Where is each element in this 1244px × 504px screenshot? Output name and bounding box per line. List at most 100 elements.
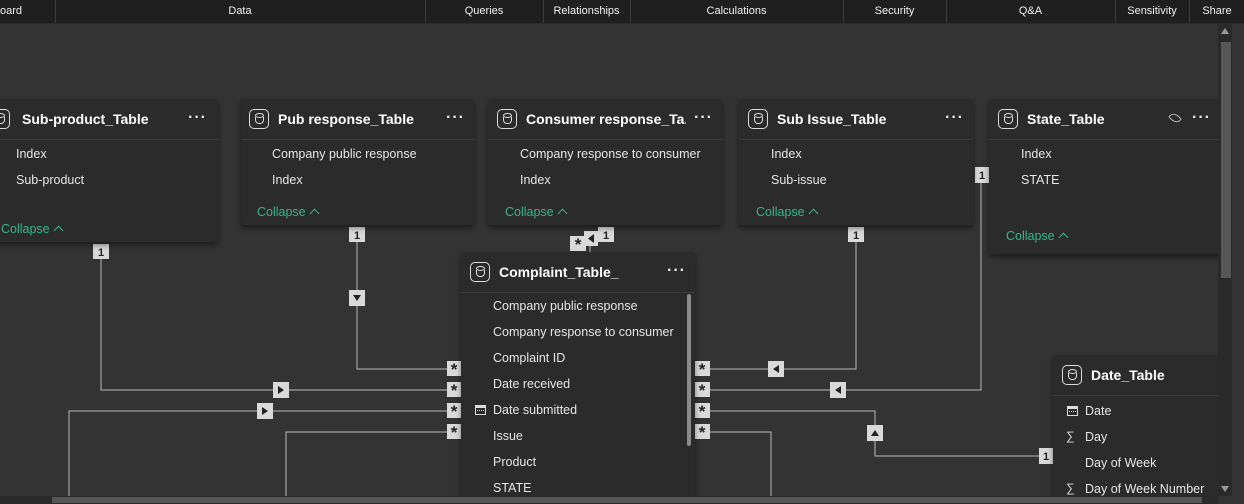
table-card-date[interactable]: Date_Table Date ∑ Day Day of Week ∑ Day … bbox=[1053, 355, 1218, 496]
chevron-up-icon bbox=[557, 208, 568, 219]
ribbon-group-share[interactable]: Share bbox=[1190, 0, 1244, 23]
field-item[interactable]: Day of Week bbox=[1085, 456, 1156, 470]
card-title: Consumer response_Ta... bbox=[526, 111, 686, 127]
chevron-up-icon bbox=[808, 208, 819, 219]
horizontal-scrollbar[interactable] bbox=[0, 496, 1218, 504]
chevron-up-icon bbox=[309, 208, 320, 219]
ribbon-group-qa[interactable]: Q&A bbox=[947, 0, 1114, 23]
field-item[interactable]: Sub-product bbox=[16, 173, 84, 187]
relationship-line bbox=[703, 241, 857, 370]
more-options-icon[interactable]: ··· bbox=[1192, 109, 1211, 127]
field-item[interactable]: Index bbox=[272, 173, 303, 187]
card-title: Sub Issue_Table bbox=[777, 111, 887, 127]
many-label: * bbox=[699, 423, 706, 442]
table-card-complaint[interactable]: Complaint_Table_ ··· Company public resp… bbox=[461, 252, 695, 496]
more-options-icon[interactable]: ··· bbox=[945, 109, 964, 127]
relationship-line bbox=[356, 241, 455, 370]
card-header[interactable]: Sub-product_Table ··· bbox=[0, 99, 218, 140]
field-item[interactable]: Index bbox=[1021, 147, 1052, 161]
field-item[interactable]: Company response to consumer bbox=[520, 147, 701, 161]
table-icon bbox=[748, 109, 768, 129]
field-item[interactable]: Company public response bbox=[493, 299, 638, 313]
one-label: 1 bbox=[603, 230, 609, 242]
ribbon-group-calculations[interactable]: Calculations bbox=[631, 0, 842, 23]
card-header[interactable]: State_Table ··· bbox=[989, 99, 1218, 140]
many-label: * bbox=[699, 360, 706, 379]
vertical-scroll-thumb[interactable] bbox=[1221, 42, 1231, 278]
ribbon-group-sensitivity[interactable]: Sensitivity bbox=[1116, 0, 1188, 23]
ribbon-group-queries[interactable]: Queries bbox=[426, 0, 542, 23]
card-header[interactable]: Consumer response_Ta... ··· bbox=[488, 99, 722, 140]
scroll-down-icon[interactable] bbox=[1221, 486, 1229, 492]
collapse-button[interactable]: Collapse bbox=[257, 205, 320, 219]
ribbon-group-security[interactable]: Security bbox=[844, 0, 945, 23]
more-options-icon[interactable]: ··· bbox=[446, 109, 465, 127]
card-header[interactable]: Sub Issue_Table ··· bbox=[739, 99, 973, 140]
more-options-icon[interactable]: ··· bbox=[188, 109, 207, 127]
field-item[interactable]: Index bbox=[16, 147, 47, 161]
collapse-button[interactable]: Collapse bbox=[505, 205, 568, 219]
ribbon-group-relationships[interactable]: Relationships bbox=[544, 0, 629, 23]
field-item[interactable]: Date received bbox=[493, 377, 570, 391]
collapse-label: Collapse bbox=[756, 205, 805, 219]
field-item[interactable]: Index bbox=[771, 147, 802, 161]
table-card-state[interactable]: State_Table ··· Index STATE Collapse bbox=[989, 99, 1218, 254]
eye-icon[interactable] bbox=[1168, 111, 1182, 125]
card-header[interactable]: Date_Table bbox=[1053, 355, 1218, 396]
relationship-line bbox=[100, 258, 455, 391]
more-options-icon[interactable]: ··· bbox=[694, 109, 713, 127]
field-item[interactable]: Company response to consumer bbox=[493, 325, 674, 339]
ribbon-group-dashboard[interactable]: oard bbox=[0, 0, 55, 23]
field-item[interactable]: STATE bbox=[1021, 173, 1059, 187]
collapse-button[interactable]: Collapse bbox=[1, 222, 64, 236]
table-card-sub-issue[interactable]: Sub Issue_Table ··· Index Sub-issue Coll… bbox=[739, 99, 973, 225]
chevron-up-icon bbox=[53, 225, 64, 236]
table-card-consumer-response[interactable]: Consumer response_Ta... ··· Company resp… bbox=[488, 99, 722, 225]
card-scrollbar[interactable] bbox=[687, 294, 691, 446]
card-header[interactable]: Pub response_Table ··· bbox=[241, 99, 474, 140]
field-item[interactable]: Complaint ID bbox=[493, 351, 565, 365]
table-icon bbox=[0, 109, 10, 129]
relationship-line bbox=[68, 410, 455, 496]
horizontal-scroll-thumb[interactable] bbox=[52, 497, 1202, 503]
field-item[interactable]: Issue bbox=[493, 429, 523, 443]
field-item[interactable]: Day of Week Number bbox=[1085, 482, 1204, 496]
field-item[interactable]: Date bbox=[1085, 404, 1111, 418]
card-title: Complaint_Table_ bbox=[499, 264, 619, 280]
field-item[interactable]: STATE bbox=[493, 481, 531, 495]
field-item[interactable]: Date submitted bbox=[493, 403, 577, 417]
field-item[interactable]: Index bbox=[520, 173, 551, 187]
collapse-label: Collapse bbox=[1, 222, 50, 236]
vertical-scrollbar[interactable] bbox=[1218, 24, 1232, 496]
field-item[interactable]: Company public response bbox=[272, 147, 417, 161]
relationship-line bbox=[703, 431, 772, 496]
ribbon-group-data[interactable]: Data bbox=[56, 0, 424, 23]
one-label: 1 bbox=[354, 230, 360, 242]
collapse-label: Collapse bbox=[1006, 229, 1055, 243]
field-item[interactable]: Sub-issue bbox=[771, 173, 827, 187]
sigma-icon: ∑ bbox=[1066, 429, 1075, 443]
table-card-subproduct[interactable]: Sub-product_Table ··· Index Sub-product … bbox=[0, 99, 218, 242]
table-icon bbox=[470, 262, 490, 282]
many-label: * bbox=[451, 381, 458, 400]
table-card-pub-response[interactable]: Pub response_Table ··· Company public re… bbox=[241, 99, 474, 225]
card-header[interactable]: Complaint_Table_ ··· bbox=[461, 252, 695, 293]
model-canvas[interactable]: 1 1 1 1 1 1 * * * * * * * * * Sub-produc… bbox=[0, 24, 1218, 496]
collapse-button[interactable]: Collapse bbox=[756, 205, 819, 219]
collapse-button[interactable]: Collapse bbox=[1006, 229, 1069, 243]
card-title: Pub response_Table bbox=[278, 111, 414, 127]
one-label: 1 bbox=[853, 230, 859, 242]
table-icon bbox=[249, 109, 269, 129]
one-label: 1 bbox=[1043, 451, 1049, 463]
chevron-up-icon bbox=[1058, 232, 1069, 243]
many-label: * bbox=[699, 381, 706, 400]
relationship-line bbox=[285, 431, 455, 496]
scroll-up-icon[interactable] bbox=[1221, 28, 1229, 34]
many-label: * bbox=[451, 423, 458, 442]
card-title: Date_Table bbox=[1091, 367, 1165, 383]
more-options-icon[interactable]: ··· bbox=[667, 262, 686, 280]
field-item[interactable]: Product bbox=[493, 455, 536, 469]
one-label: 1 bbox=[979, 170, 985, 182]
field-item[interactable]: Day bbox=[1085, 430, 1107, 444]
table-icon bbox=[998, 109, 1018, 129]
